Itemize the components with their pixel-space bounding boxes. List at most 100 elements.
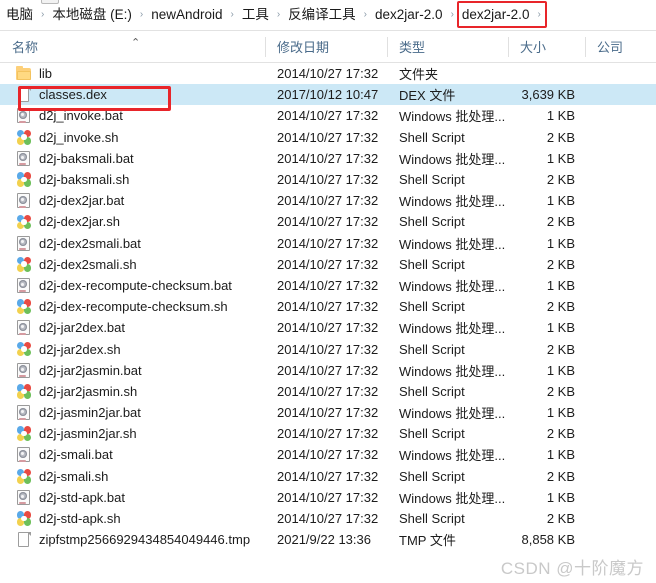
file-row[interactable]: d2j-std-apk.bat 2014/10/27 17:32 Windows 批… [0, 487, 656, 508]
file-name-cell[interactable]: d2j-baksmali.sh [0, 172, 265, 188]
file-row[interactable]: d2j-smali.sh 2014/10/27 17:32 Shell Script… [0, 466, 656, 487]
file-name-cell[interactable]: d2j-jar2jasmin.bat [0, 362, 265, 378]
file-type-cell: Shell Script [399, 383, 465, 399]
file-row[interactable]: d2j-smali.bat 2014/10/27 17:32 Windows 批处理… [0, 444, 656, 465]
file-row[interactable]: d2j-jasmin2jar.sh 2014/10/27 17:32 Shell S… [0, 423, 656, 444]
file-name-cell[interactable]: d2j_invoke.sh [0, 129, 265, 145]
breadcrumb-chevron-icon[interactable]: › [136, 10, 147, 20]
file-type-cell: Shell Script [399, 129, 465, 145]
file-name-cell[interactable]: d2j-jasmin2jar.sh [0, 426, 265, 442]
file-row[interactable]: d2j-jasmin2jar.bat 2014/10/27 17:32 Window… [0, 402, 656, 423]
file-name-label: d2j-baksmali.sh [39, 172, 130, 188]
file-name-cell[interactable]: classes.dex [0, 87, 265, 103]
file-name-cell[interactable]: d2j-jar2dex.sh [0, 341, 265, 357]
column-header-row[interactable]: 名称 修改日期 类型 大小 公司 ⌃ [0, 31, 656, 63]
breadcrumb-item-0[interactable]: 电脑 [2, 5, 37, 26]
file-date-cell: 2014/10/27 17:32 [277, 277, 379, 293]
file-name-cell[interactable]: d2j_invoke.bat [0, 108, 265, 124]
column-header-type-label: 类型 [399, 40, 426, 55]
file-name-cell[interactable]: d2j-smali.bat [0, 447, 265, 463]
file-name-cell[interactable]: d2j-dex2jar.bat [0, 193, 265, 209]
file-name-cell[interactable]: d2j-smali.sh [0, 468, 265, 484]
file-name-cell[interactable]: d2j-jasmin2jar.bat [0, 405, 265, 421]
file-name-label: d2j-jar2dex.bat [39, 320, 125, 336]
file-size-cell: 1 KB [546, 277, 575, 293]
file-name-cell[interactable]: zipfstmp2566929434854049446.tmp [0, 532, 265, 548]
breadcrumb-item-3[interactable]: 工具 [238, 5, 273, 26]
file-name-cell[interactable]: d2j-baksmali.bat [0, 150, 265, 166]
file-row[interactable]: d2j-std-apk.sh 2014/10/27 17:32 Shell Scri… [0, 508, 656, 529]
column-header-company[interactable]: 公司 [585, 31, 656, 63]
file-type-cell: Windows 批处理... [399, 490, 506, 506]
column-header-size[interactable]: 大小 [508, 31, 585, 63]
breadcrumb-item-2[interactable]: newAndroid [147, 5, 226, 26]
file-size-cell: 2 KB [546, 172, 575, 188]
navigation-dropdown-button[interactable] [41, 0, 59, 4]
page-icon [16, 532, 32, 548]
file-row[interactable]: d2j-jar2dex.bat 2014/10/27 17:32 Windows 批… [0, 317, 656, 338]
breadcrumb-chevron-icon[interactable]: › [533, 10, 544, 20]
file-name-cell[interactable]: d2j-jar2dex.bat [0, 320, 265, 336]
file-type-cell: Windows 批处理... [399, 278, 506, 294]
file-row[interactable]: d2j-dex2jar.sh 2014/10/27 17:32 Shell Scri… [0, 211, 656, 232]
file-name-label: d2j-dex2jar.sh [39, 214, 120, 230]
file-name-cell[interactable]: d2j-std-apk.bat [0, 489, 265, 505]
address-bar[interactable]: 电脑 › 本地磁盘 (E:) › newAndroid › 工具 › 反编译工具 › dex2jar… [0, 0, 656, 31]
file-row[interactable]: d2j-dex-recompute-checksum.bat 2014/10/27… [0, 275, 656, 296]
file-row[interactable]: classes.dex 2017/10/12 10:47 DEX 文件 3,639 K… [0, 84, 656, 112]
file-name-cell[interactable]: d2j-std-apk.sh [0, 511, 265, 527]
file-date-cell: 2014/10/27 17:32 [277, 447, 379, 463]
bat-file-icon [16, 320, 32, 336]
breadcrumb-chevron-icon[interactable]: › [273, 10, 284, 20]
file-name-label: d2j-smali.sh [39, 468, 109, 484]
file-row[interactable]: d2j-dex2jar.bat 2014/10/27 17:32 Windows 批… [0, 190, 656, 211]
file-type-cell: Shell Script [399, 256, 465, 272]
file-date-cell: 2014/10/27 17:32 [277, 468, 379, 484]
file-row[interactable]: zipfstmp2566929434854049446.tmp 2021/9/22… [0, 529, 656, 550]
breadcrumb-chevron-icon[interactable]: › [226, 10, 237, 20]
file-row[interactable]: d2j-baksmali.bat 2014/10/27 17:32 Windows … [0, 148, 656, 169]
file-row[interactable]: d2j-jar2jasmin.bat 2014/10/27 17:32 Window… [0, 360, 656, 381]
file-row[interactable]: d2j-dex2smali.bat 2014/10/27 17:32 Windows… [0, 233, 656, 254]
file-list[interactable]: lib 2014/10/27 17:32 文件夹 classes.dex 2017/10… [0, 63, 656, 582]
file-name-cell[interactable]: lib [0, 66, 265, 82]
file-row[interactable]: lib 2014/10/27 17:32 文件夹 [0, 63, 656, 84]
file-row[interactable]: d2j-baksmali.sh 2014/10/27 17:32 Shell Scr… [0, 169, 656, 190]
file-row[interactable]: d2j-dex2smali.sh 2014/10/27 17:32 Shell Sc… [0, 254, 656, 275]
file-size-cell: 2 KB [546, 214, 575, 230]
file-name-label: d2j-smali.bat [39, 447, 113, 463]
file-row[interactable]: d2j-dex-recompute-checksum.sh 2014/10/27 … [0, 296, 656, 317]
file-row[interactable]: d2j_invoke.sh 2014/10/27 17:32 Shell Scrip… [0, 127, 656, 148]
file-name-label: d2j-jar2jasmin.sh [39, 383, 138, 399]
file-row[interactable]: d2j-jar2dex.sh 2014/10/27 17:32 Shell Scri… [0, 338, 656, 359]
column-header-date[interactable]: 修改日期 [265, 31, 387, 63]
file-name-cell[interactable]: d2j-dex2smali.bat [0, 235, 265, 251]
shell-script-icon [16, 299, 32, 315]
bat-file-icon [16, 235, 32, 251]
breadcrumb-item-6[interactable]: dex2jar-2.0 [458, 5, 534, 26]
breadcrumb-chevron-icon[interactable]: › [447, 10, 458, 20]
file-type-cell: 文件夹 [399, 67, 439, 83]
breadcrumb-item-1[interactable]: 本地磁盘 (E:) [48, 5, 136, 26]
file-row[interactable]: d2j-jar2jasmin.sh 2014/10/27 17:32 Shell S… [0, 381, 656, 402]
shell-script-icon [16, 214, 32, 230]
file-type-cell: Windows 批处理... [399, 406, 506, 422]
breadcrumb-item-5[interactable]: dex2jar-2.0 [371, 5, 447, 26]
bat-file-icon [16, 277, 32, 293]
file-name-label: d2j-std-apk.bat [39, 489, 125, 505]
file-name-cell[interactable]: d2j-jar2jasmin.sh [0, 383, 265, 399]
sort-ascending-icon: ⌃ [131, 37, 141, 49]
file-name-cell[interactable]: d2j-dex-recompute-checksum.sh [0, 299, 265, 315]
file-row[interactable]: d2j_invoke.bat 2014/10/27 17:32 Windows 批处… [0, 105, 656, 126]
file-date-cell: 2014/10/27 17:32 [277, 320, 379, 336]
breadcrumb-chevron-icon[interactable]: › [37, 10, 48, 20]
file-name-cell[interactable]: d2j-dex2smali.sh [0, 256, 265, 272]
file-date-cell: 2014/10/27 17:32 [277, 129, 379, 145]
file-name-cell[interactable]: d2j-dex-recompute-checksum.bat [0, 277, 265, 293]
file-name-cell[interactable]: d2j-dex2jar.sh [0, 214, 265, 230]
breadcrumb-item-4[interactable]: 反编译工具 [284, 5, 360, 26]
column-header-type[interactable]: 类型 [387, 31, 508, 63]
column-header-size-label: 大小 [520, 40, 547, 55]
breadcrumb-chevron-icon[interactable]: › [360, 10, 371, 20]
file-date-cell: 2014/10/27 17:32 [277, 383, 379, 399]
